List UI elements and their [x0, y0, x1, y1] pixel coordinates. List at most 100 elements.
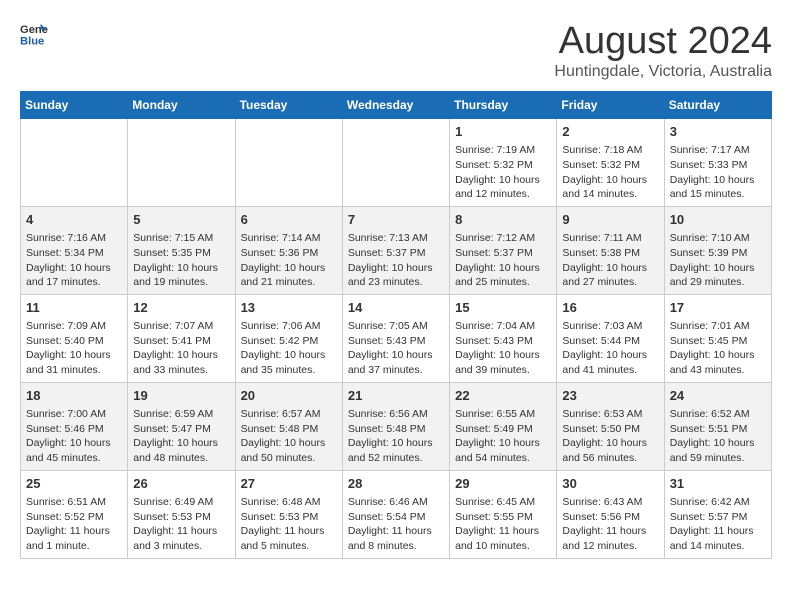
day-info: Sunrise: 7:06 AM Sunset: 5:42 PM Dayligh…	[241, 319, 337, 378]
day-info: Sunrise: 7:07 AM Sunset: 5:41 PM Dayligh…	[133, 319, 229, 378]
day-header-friday: Friday	[557, 92, 664, 119]
day-number: 10	[670, 211, 766, 229]
calendar-cell: 2Sunrise: 7:18 AM Sunset: 5:32 PM Daylig…	[557, 119, 664, 207]
calendar-cell	[21, 119, 128, 207]
day-number: 1	[455, 123, 551, 141]
day-number: 17	[670, 299, 766, 317]
day-number: 14	[348, 299, 444, 317]
calendar-cell	[342, 119, 449, 207]
calendar-cell: 27 Sunrise: 6:48 AM Sunset: 5:53 PM Dayli…	[235, 470, 342, 558]
day-info: Sunrise: 6:46 AM Sunset: 5:54 PM Dayligh…	[348, 495, 444, 554]
page-title: August 2024	[554, 20, 772, 63]
day-number: 8	[455, 211, 551, 229]
day-info: Sunrise: 6:57 AM Sunset: 5:48 PM Dayligh…	[241, 407, 337, 466]
calendar-cell: 12 Sunrise: 7:07 AM Sunset: 5:41 PM Dayli…	[128, 294, 235, 382]
day-info: Sunrise: 7:09 AM Sunset: 5:40 PM Dayligh…	[26, 319, 122, 378]
day-header-saturday: Saturday	[664, 92, 771, 119]
day-info: Sunrise: 7:04 AM Sunset: 5:43 PM Dayligh…	[455, 319, 551, 378]
calendar-cell: 25Sunrise: 6:51 AM Sunset: 5:52 PM Dayli…	[21, 470, 128, 558]
calendar-cell: 1 Sunrise: 7:19 AM Sunset: 5:32 PM Daylig…	[450, 119, 557, 207]
svg-text:Blue: Blue	[20, 35, 44, 47]
day-number: 29	[455, 475, 551, 493]
day-number: 6	[241, 211, 337, 229]
day-info: Sunrise: 7:15 AM Sunset: 5:35 PM Dayligh…	[133, 231, 229, 290]
day-number: 27	[241, 475, 337, 493]
day-number: 30	[562, 475, 658, 493]
week-row-1: 1 Sunrise: 7:19 AM Sunset: 5:32 PM Daylig…	[21, 119, 772, 207]
day-info: Sunrise: 7:14 AM Sunset: 5:36 PM Dayligh…	[241, 231, 337, 290]
day-info: Sunrise: 6:55 AM Sunset: 5:49 PM Dayligh…	[455, 407, 551, 466]
day-info: Sunrise: 6:43 AM Sunset: 5:56 PM Dayligh…	[562, 495, 658, 554]
calendar-cell: 21 Sunrise: 6:56 AM Sunset: 5:48 PM Dayli…	[342, 382, 449, 470]
calendar-cell: 26 Sunrise: 6:49 AM Sunset: 5:53 PM Dayli…	[128, 470, 235, 558]
day-number: 19	[133, 387, 229, 405]
calendar-cell: 10Sunrise: 7:10 AM Sunset: 5:39 PM Dayli…	[664, 206, 771, 294]
logo: General Blue	[20, 20, 48, 48]
calendar-cell: 8 Sunrise: 7:12 AM Sunset: 5:37 PM Daylig…	[450, 206, 557, 294]
calendar-cell: 11 Sunrise: 7:09 AM Sunset: 5:40 PM Dayli…	[21, 294, 128, 382]
week-row-2: 4 Sunrise: 7:16 AM Sunset: 5:34 PM Daylig…	[21, 206, 772, 294]
day-info: Sunrise: 7:03 AM Sunset: 5:44 PM Dayligh…	[562, 319, 658, 378]
calendar-cell: 17 Sunrise: 7:01 AM Sunset: 5:45 PM Dayli…	[664, 294, 771, 382]
calendar-cell	[128, 119, 235, 207]
day-number: 26	[133, 475, 229, 493]
day-info: Sunrise: 6:48 AM Sunset: 5:53 PM Dayligh…	[241, 495, 337, 554]
day-info: Sunrise: 6:59 AM Sunset: 5:47 PM Dayligh…	[133, 407, 229, 466]
day-number: 11	[26, 299, 122, 317]
day-number: 5	[133, 211, 229, 229]
day-info: Sunrise: 7:13 AM Sunset: 5:37 PM Dayligh…	[348, 231, 444, 290]
day-info: Sunrise: 6:49 AM Sunset: 5:53 PM Dayligh…	[133, 495, 229, 554]
day-number: 15	[455, 299, 551, 317]
day-number: 13	[241, 299, 337, 317]
day-number: 21	[348, 387, 444, 405]
day-info: Sunrise: 6:52 AM Sunset: 5:51 PM Dayligh…	[670, 407, 766, 466]
page-header: General Blue August 2024 Huntingdale, Vi…	[20, 20, 772, 81]
week-row-5: 25Sunrise: 6:51 AM Sunset: 5:52 PM Dayli…	[21, 470, 772, 558]
calendar-cell: 15 Sunrise: 7:04 AM Sunset: 5:43 PM Dayli…	[450, 294, 557, 382]
day-number: 20	[241, 387, 337, 405]
day-number: 12	[133, 299, 229, 317]
days-header-row: SundayMondayTuesdayWednesdayThursdayFrid…	[21, 92, 772, 119]
day-number: 18	[26, 387, 122, 405]
day-info: Sunrise: 7:18 AM Sunset: 5:32 PM Dayligh…	[562, 143, 658, 202]
day-info: Sunrise: 6:56 AM Sunset: 5:48 PM Dayligh…	[348, 407, 444, 466]
day-info: Sunrise: 6:53 AM Sunset: 5:50 PM Dayligh…	[562, 407, 658, 466]
day-number: 4	[26, 211, 122, 229]
day-info: Sunrise: 7:16 AM Sunset: 5:34 PM Dayligh…	[26, 231, 122, 290]
calendar-cell: 3Sunrise: 7:17 AM Sunset: 5:33 PM Daylig…	[664, 119, 771, 207]
day-info: Sunrise: 7:05 AM Sunset: 5:43 PM Dayligh…	[348, 319, 444, 378]
week-row-4: 18 Sunrise: 7:00 AM Sunset: 5:46 PM Dayli…	[21, 382, 772, 470]
day-info: Sunrise: 7:12 AM Sunset: 5:37 PM Dayligh…	[455, 231, 551, 290]
calendar-cell: 5 Sunrise: 7:15 AM Sunset: 5:35 PM Daylig…	[128, 206, 235, 294]
logo-icon: General Blue	[20, 20, 48, 48]
day-number: 7	[348, 211, 444, 229]
day-info: Sunrise: 7:00 AM Sunset: 5:46 PM Dayligh…	[26, 407, 122, 466]
calendar-cell: 31Sunrise: 6:42 AM Sunset: 5:57 PM Dayli…	[664, 470, 771, 558]
calendar-cell	[235, 119, 342, 207]
calendar-cell: 7 Sunrise: 7:13 AM Sunset: 5:37 PM Daylig…	[342, 206, 449, 294]
day-header-wednesday: Wednesday	[342, 92, 449, 119]
day-number: 31	[670, 475, 766, 493]
calendar-cell: 20 Sunrise: 6:57 AM Sunset: 5:48 PM Dayli…	[235, 382, 342, 470]
calendar-cell: 29Sunrise: 6:45 AM Sunset: 5:55 PM Dayli…	[450, 470, 557, 558]
calendar-cell: 22 Sunrise: 6:55 AM Sunset: 5:49 PM Dayli…	[450, 382, 557, 470]
week-row-3: 11 Sunrise: 7:09 AM Sunset: 5:40 PM Dayli…	[21, 294, 772, 382]
calendar-cell: 4 Sunrise: 7:16 AM Sunset: 5:34 PM Daylig…	[21, 206, 128, 294]
day-number: 23	[562, 387, 658, 405]
day-header-monday: Monday	[128, 92, 235, 119]
calendar-cell: 23 Sunrise: 6:53 AM Sunset: 5:50 PM Dayli…	[557, 382, 664, 470]
calendar-cell: 6 Sunrise: 7:14 AM Sunset: 5:36 PM Daylig…	[235, 206, 342, 294]
calendar-cell: 30 Sunrise: 6:43 AM Sunset: 5:56 PM Dayli…	[557, 470, 664, 558]
calendar-cell: 24Sunrise: 6:52 AM Sunset: 5:51 PM Dayli…	[664, 382, 771, 470]
calendar-cell: 9Sunrise: 7:11 AM Sunset: 5:38 PM Daylig…	[557, 206, 664, 294]
day-number: 22	[455, 387, 551, 405]
day-info: Sunrise: 7:19 AM Sunset: 5:32 PM Dayligh…	[455, 143, 551, 202]
day-info: Sunrise: 7:01 AM Sunset: 5:45 PM Dayligh…	[670, 319, 766, 378]
day-info: Sunrise: 7:11 AM Sunset: 5:38 PM Dayligh…	[562, 231, 658, 290]
calendar-cell: 18 Sunrise: 7:00 AM Sunset: 5:46 PM Dayli…	[21, 382, 128, 470]
calendar-cell: 28Sunrise: 6:46 AM Sunset: 5:54 PM Dayli…	[342, 470, 449, 558]
day-number: 16	[562, 299, 658, 317]
calendar-cell: 13 Sunrise: 7:06 AM Sunset: 5:42 PM Dayli…	[235, 294, 342, 382]
day-number: 25	[26, 475, 122, 493]
title-block: August 2024 Huntingdale, Victoria, Austr…	[554, 20, 772, 81]
